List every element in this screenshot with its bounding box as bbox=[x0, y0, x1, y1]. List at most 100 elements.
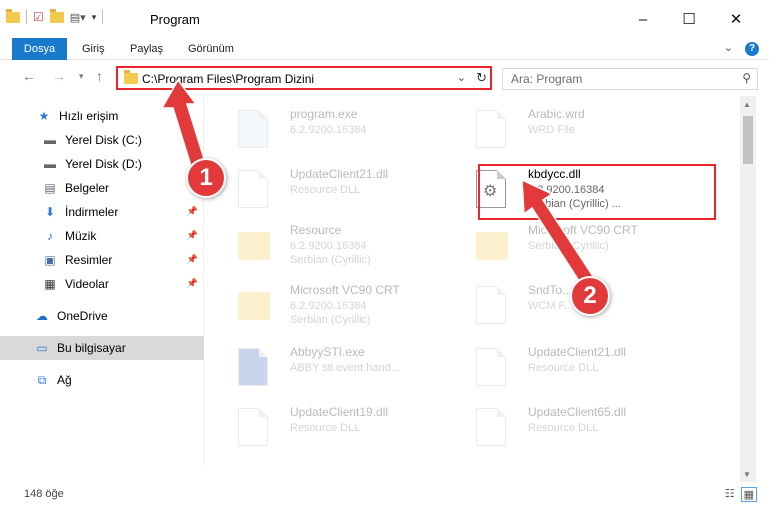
file-item[interactable]: UpdateClient65.dll Resource DLL bbox=[466, 402, 696, 452]
music-icon: ♪ bbox=[47, 229, 53, 243]
item-count: 148 öğe bbox=[24, 488, 64, 500]
search-placeholder: Ara: Program bbox=[511, 72, 583, 86]
sidebar-item-network[interactable]: ⧉ Ağ bbox=[0, 368, 204, 392]
file-name: Arabic.wrd bbox=[528, 107, 585, 121]
scroll-up-icon[interactable]: ▲ bbox=[743, 100, 751, 109]
toolbar-separator bbox=[26, 10, 27, 24]
tab-file[interactable]: Dosya bbox=[12, 38, 67, 60]
drive-icon: ▬ bbox=[44, 157, 56, 171]
status-bar: 148 öğe ☷ ▦ bbox=[0, 482, 769, 506]
sidebar-item-label: Ağ bbox=[57, 373, 72, 387]
sidebar-item-pictures[interactable]: ▣ Resimler 📌 bbox=[0, 248, 204, 272]
folder-icon bbox=[238, 226, 270, 266]
file-item[interactable]: UpdateClient21.dll Resource DLL bbox=[466, 342, 696, 392]
properties-icon[interactable]: ☑ bbox=[33, 10, 44, 24]
sidebar-item-label: Müzik bbox=[65, 229, 97, 243]
file-item[interactable]: UpdateClient21.dll Resource DLL bbox=[228, 164, 458, 214]
help-icon[interactable]: ? bbox=[745, 42, 759, 56]
sidebar-item-label: Belgeler bbox=[65, 181, 110, 195]
exe-icon bbox=[238, 348, 270, 388]
file-list: program.exe 6.2.9200.16384 Arabic.wrd WR… bbox=[216, 96, 740, 481]
file-detail: Serbian (Cyrillic) bbox=[290, 254, 371, 266]
title-bar: ☑ ▤▾ ▾ Program – ☐ ✕ bbox=[0, 0, 769, 38]
pin-icon[interactable]: 📌 bbox=[187, 254, 198, 265]
file-name: UpdateClient21.dll bbox=[528, 345, 627, 359]
file-detail: ABBY sti event hand... bbox=[290, 362, 400, 374]
document-icon bbox=[476, 348, 508, 388]
file-item[interactable]: UpdateClient19.dll Resource DLL bbox=[228, 402, 458, 452]
file-detail: Serbian (Cyrillic) bbox=[290, 314, 371, 326]
scroll-down-icon[interactable]: ▼ bbox=[743, 470, 751, 479]
sidebar-item-label: İndirmeler bbox=[65, 205, 119, 219]
details-view-icon[interactable]: ☷ bbox=[725, 487, 735, 502]
tab-home[interactable]: Giriş bbox=[72, 38, 115, 60]
pin-icon[interactable]: 📌 bbox=[187, 206, 198, 217]
sidebar-item-videos[interactable]: ▦ Videolar 📌 bbox=[0, 272, 204, 296]
document-icon bbox=[476, 286, 508, 326]
forward-arrow-icon[interactable]: → bbox=[52, 68, 66, 84]
minimize-button[interactable]: – bbox=[620, 0, 666, 38]
file-detail: Resource DLL bbox=[290, 422, 361, 434]
file-item[interactable]: Microsoft VC90 CRT 6.2.9200.16384 Serbia… bbox=[228, 280, 458, 330]
computer-icon: ▭ bbox=[36, 341, 48, 355]
sidebar-item-label: Hızlı erişim bbox=[59, 109, 119, 123]
close-button[interactable]: ✕ bbox=[713, 0, 759, 38]
file-detail: 6.2.9200.16384 bbox=[290, 240, 367, 252]
step-badge-1: 1 bbox=[186, 158, 226, 198]
tab-share[interactable]: Paylaş bbox=[120, 38, 173, 60]
refresh-icon[interactable]: ↻ bbox=[476, 70, 487, 86]
tiles-view-icon[interactable]: ▦ bbox=[740, 487, 757, 502]
star-icon: ★ bbox=[38, 109, 50, 123]
file-detail: Resource DLL bbox=[528, 422, 599, 434]
ribbon-expand-icon[interactable]: ⌄ bbox=[724, 41, 733, 54]
vertical-scrollbar[interactable]: ▲ ▼ bbox=[740, 96, 756, 482]
folder-icon bbox=[6, 8, 20, 23]
ribbon: Dosya Giriş Paylaş Görünüm ⌄ ? bbox=[0, 38, 769, 60]
new-folder-icon[interactable] bbox=[49, 8, 64, 23]
file-name: UpdateClient21.dll bbox=[290, 167, 389, 181]
document-icon bbox=[476, 110, 508, 150]
sidebar-item-label: OneDrive bbox=[57, 309, 108, 323]
address-dropdown-icon[interactable]: ⌄ bbox=[457, 71, 466, 84]
sidebar-item-onedrive[interactable]: ☁ OneDrive bbox=[0, 304, 204, 328]
sidebar-item-downloads[interactable]: ⬇ İndirmeler 📌 bbox=[0, 200, 204, 224]
tab-view[interactable]: Görünüm bbox=[178, 38, 244, 60]
file-item[interactable]: AbbyySTI.exe ABBY sti event hand... bbox=[228, 342, 458, 392]
search-icon[interactable]: ⚲ bbox=[742, 71, 751, 85]
exe-icon bbox=[238, 110, 270, 150]
step-badge-2: 2 bbox=[570, 276, 610, 316]
sidebar-item-label: Yerel Disk (D:) bbox=[65, 157, 142, 171]
back-arrow-icon[interactable]: ← bbox=[22, 68, 36, 84]
up-arrow-icon[interactable]: ↑ bbox=[96, 68, 103, 84]
file-detail: Resource DLL bbox=[528, 362, 599, 374]
file-name: program.exe bbox=[290, 107, 358, 121]
sidebar-item-this-pc[interactable]: ▭ Bu bilgisayar bbox=[0, 336, 204, 360]
sidebar-item-label: Yerel Disk (C:) bbox=[65, 133, 142, 147]
document-icon bbox=[238, 408, 270, 448]
folder-icon bbox=[124, 70, 138, 84]
file-item[interactable]: Resource 6.2.9200.16384 Serbian (Cyrilli… bbox=[228, 220, 458, 270]
download-icon: ⬇ bbox=[44, 205, 56, 219]
search-box[interactable]: Ara: Program ⚲ bbox=[502, 68, 758, 90]
window-title: Program bbox=[150, 12, 200, 27]
recent-locations-icon[interactable]: ▾ bbox=[79, 71, 84, 82]
videos-icon: ▦ bbox=[44, 277, 56, 291]
file-detail: Resource DLL bbox=[290, 184, 361, 196]
folder-icon bbox=[238, 286, 270, 326]
folder-icon bbox=[476, 226, 508, 266]
cloud-icon: ☁ bbox=[36, 309, 48, 323]
view-options-icon[interactable]: ▤▾ bbox=[70, 11, 86, 24]
file-item[interactable]: Arabic.wrd WRD File bbox=[466, 104, 696, 154]
scrollbar-thumb[interactable] bbox=[743, 116, 753, 164]
file-detail: 6.2.9200.16384 bbox=[290, 124, 367, 136]
pin-icon[interactable]: 📌 bbox=[187, 278, 198, 289]
file-name: UpdateClient19.dll bbox=[290, 405, 389, 419]
pin-icon[interactable]: 📌 bbox=[187, 230, 198, 241]
sidebar-item-music[interactable]: ♪ Müzik 📌 bbox=[0, 224, 204, 248]
quick-access-toolbar: ☑ ▤▾ ▾ bbox=[6, 8, 104, 24]
file-name: UpdateClient65.dll bbox=[528, 405, 627, 419]
customize-toolbar-icon[interactable]: ▾ bbox=[92, 12, 97, 23]
sidebar-item-label: Resimler bbox=[65, 253, 113, 267]
file-item[interactable]: program.exe 6.2.9200.16384 bbox=[228, 104, 458, 154]
maximize-button[interactable]: ☐ bbox=[666, 0, 712, 38]
